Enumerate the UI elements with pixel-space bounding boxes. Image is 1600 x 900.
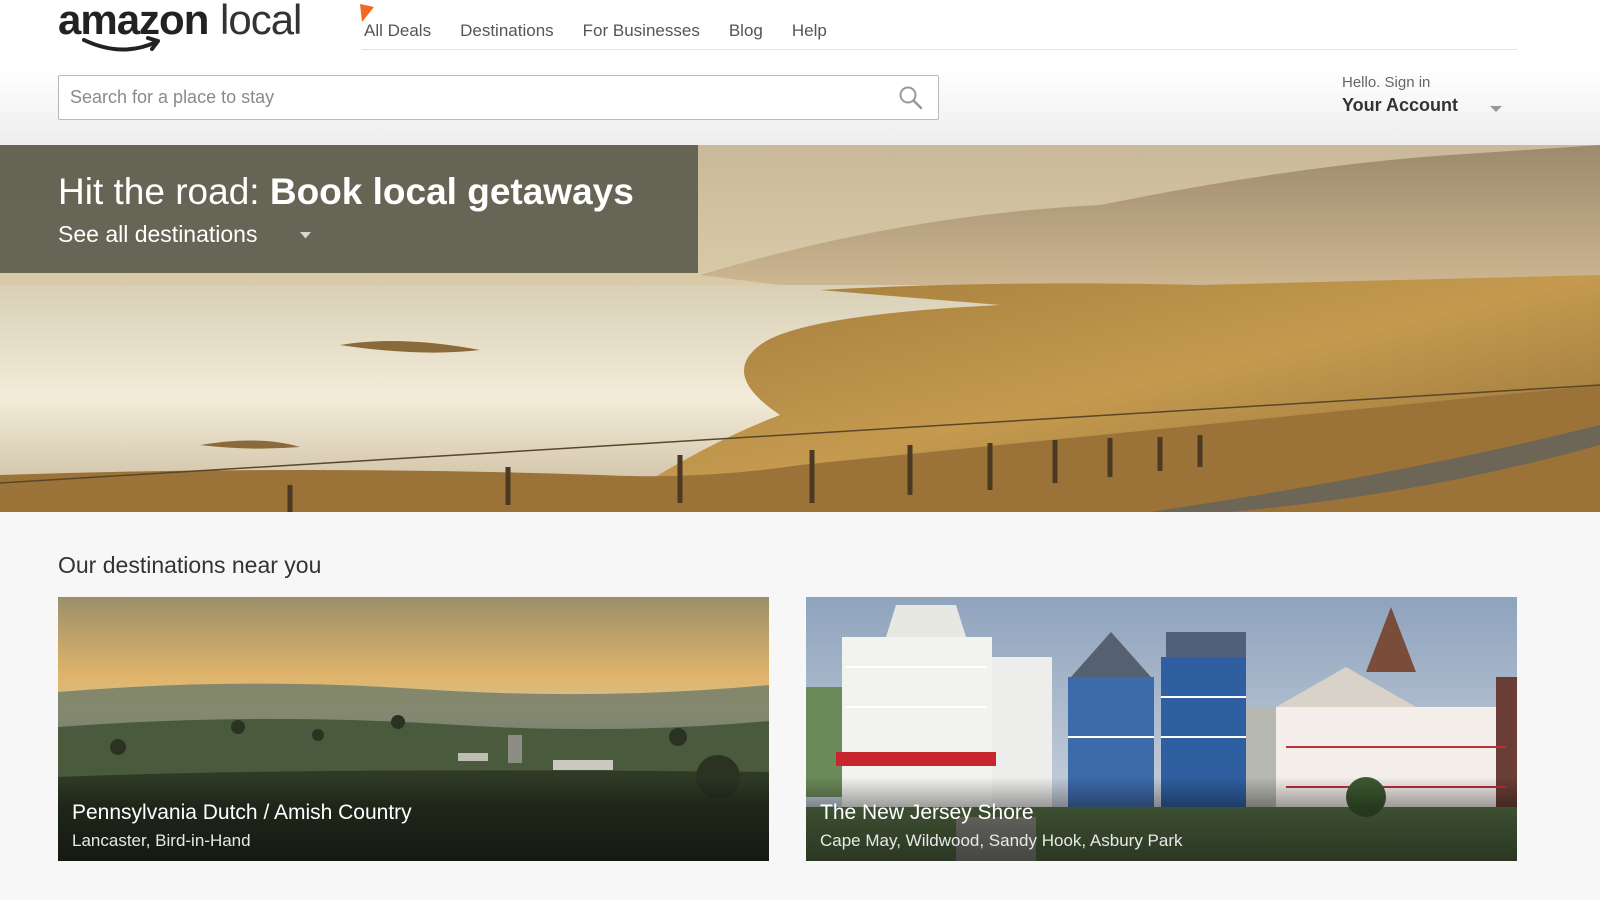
card-subtitle: Cape May, Wildwood, Sandy Hook, Asbury P…: [820, 831, 1183, 850]
destination-card[interactable]: The New Jersey Shore Cape May, Wildwood,…: [806, 597, 1517, 861]
account-label: Your Account: [1342, 95, 1458, 115]
logo-word-local: local: [220, 0, 302, 43]
card-title: The New Jersey Shore: [820, 801, 1034, 824]
amazon-local-logo[interactable]: amazon local: [58, 0, 374, 58]
hero-title-prefix: Hit the road:: [58, 171, 270, 212]
nav-destinations[interactable]: Destinations: [460, 20, 554, 42]
smile-arrow-icon: [82, 36, 160, 52]
card-title: Pennsylvania Dutch / Amish Country: [72, 801, 412, 824]
page: amazon local All Deals Destinations For …: [0, 0, 1600, 900]
see-all-destinations-link[interactable]: See all destinations: [58, 221, 257, 248]
search-box: [58, 75, 939, 120]
nav-help[interactable]: Help: [792, 20, 827, 42]
destinations-heading: Our destinations near you: [58, 552, 322, 578]
header: amazon local All Deals Destinations For …: [0, 0, 1600, 145]
nav-all-deals[interactable]: All Deals: [364, 20, 431, 42]
nav-divider: [362, 49, 1517, 50]
search-input[interactable]: [59, 76, 879, 119]
hero-title: Hit the road: Book local getaways: [58, 171, 634, 213]
account-greeting: Hello. Sign in: [1342, 74, 1431, 91]
card-subtitle: Lancaster, Bird-in-Hand: [72, 831, 251, 850]
nav-blog[interactable]: Blog: [729, 20, 763, 42]
hero-overlay: Hit the road: Book local getaways See al…: [0, 145, 698, 273]
nav-for-businesses[interactable]: For Businesses: [583, 20, 700, 42]
chevron-down-icon[interactable]: [299, 231, 312, 240]
chevron-down-icon[interactable]: [1489, 104, 1503, 114]
destination-card[interactable]: Pennsylvania Dutch / Amish Country Lanca…: [58, 597, 769, 861]
hero-banner: Hit the road: Book local getaways See al…: [0, 145, 1600, 512]
hero-title-bold: Book local getaways: [269, 171, 634, 212]
account-menu[interactable]: Hello. Sign in Your Account: [1342, 72, 1522, 122]
main-nav: All Deals Destinations For Businesses Bl…: [364, 20, 856, 42]
search-icon[interactable]: [897, 84, 925, 112]
